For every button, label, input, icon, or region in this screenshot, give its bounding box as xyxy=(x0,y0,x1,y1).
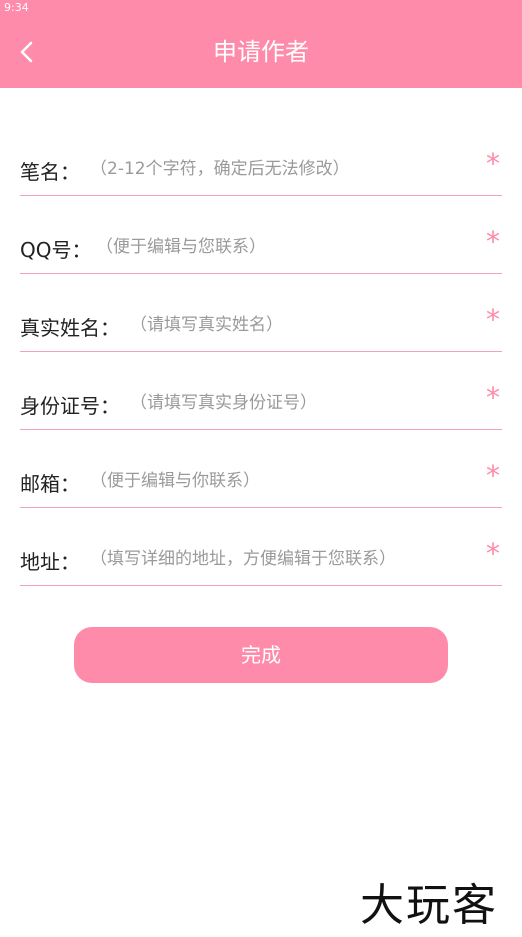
required-asterisk: * xyxy=(486,225,500,258)
qq-label: QQ号： xyxy=(20,238,92,262)
address-label: 地址： xyxy=(20,550,80,574)
address-input[interactable] xyxy=(90,544,480,574)
apply-author-form: 笔名： * QQ号： * 真实姓名： * 身份证号： * 邮箱： * 地址： * xyxy=(20,140,502,608)
address-row: 地址： * xyxy=(20,530,502,586)
qq-input[interactable] xyxy=(96,232,466,262)
pen-name-input[interactable] xyxy=(90,154,470,184)
watermark-logo: 大玩客 xyxy=(360,880,498,931)
qq-row: QQ号： * xyxy=(20,218,502,274)
required-asterisk: * xyxy=(486,147,500,180)
required-asterisk: * xyxy=(486,537,500,570)
email-input[interactable] xyxy=(90,466,470,496)
email-label: 邮箱： xyxy=(20,472,80,496)
real-name-input[interactable] xyxy=(130,310,470,340)
page-title: 申请作者 xyxy=(213,38,309,66)
real-name-row: 真实姓名： * xyxy=(20,296,502,352)
pen-name-row: 笔名： * xyxy=(20,140,502,196)
required-asterisk: * xyxy=(486,459,500,492)
id-number-input[interactable] xyxy=(130,388,470,418)
email-row: 邮箱： * xyxy=(20,452,502,508)
real-name-label: 真实姓名： xyxy=(20,316,120,340)
complete-button[interactable]: 完成 xyxy=(74,627,448,683)
id-number-row: 身份证号： * xyxy=(20,374,502,430)
id-number-label: 身份证号： xyxy=(20,394,120,418)
required-asterisk: * xyxy=(486,381,500,414)
app-bar: 申请作者 xyxy=(0,16,522,88)
required-asterisk: * xyxy=(486,303,500,336)
pen-name-label: 笔名： xyxy=(20,160,80,184)
